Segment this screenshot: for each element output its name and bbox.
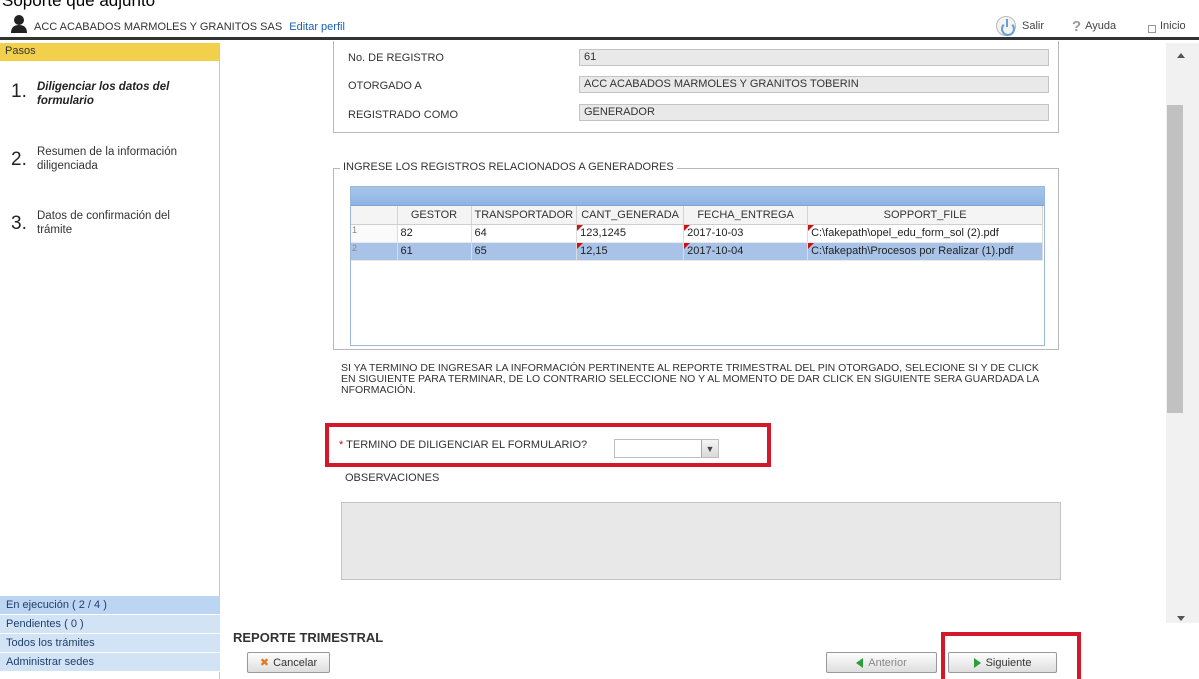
cell-transportador[interactable]: 65 xyxy=(471,242,578,261)
table-row[interactable]: 1 82 64 123,1245 2017-10-03 C:\fakepath\… xyxy=(351,224,1044,243)
step-number: 2. xyxy=(11,149,27,170)
scroll-thumb[interactable] xyxy=(1167,105,1183,413)
help-label: Ayuda xyxy=(1085,20,1117,32)
cell-cant-generada[interactable]: 123,1245 xyxy=(576,224,685,243)
row-number: 1 xyxy=(351,224,398,243)
bottom-nav: En ejecución ( 2 / 4 ) Pendientes ( 0 ) … xyxy=(0,596,220,672)
question-label: TERMINO DE DILIGENCIAR EL FORMULARIO? xyxy=(346,439,588,451)
section-title: REPORTE TRIMESTRAL xyxy=(233,630,384,645)
step-label: Resumen de la información diligenciada xyxy=(37,146,177,172)
col-cant-generada[interactable]: CANT_GENERADA xyxy=(576,206,685,225)
grid-toolbar xyxy=(351,187,1044,206)
registrado-field: GENERADOR xyxy=(579,104,1049,121)
required-marker: * xyxy=(339,439,344,451)
form-panel: No. DE REGISTRO 61 OTORGADO A ACC ACABAD… xyxy=(221,41,1166,623)
col-transportador[interactable]: TRANSPORTADOR xyxy=(471,206,578,225)
help-icon: ? xyxy=(1072,17,1082,35)
power-icon xyxy=(996,16,1016,36)
cell-gestor[interactable]: 61 xyxy=(397,242,472,261)
step-2[interactable]: 2. Resumen de la información diligenciad… xyxy=(0,143,220,198)
step-label: Diligenciar los datos del formulario xyxy=(37,81,170,107)
cancel-label: Cancelar xyxy=(273,656,318,669)
steps-header: Pasos xyxy=(0,43,219,61)
table-row[interactable]: 2 61 65 12,15 2017-10-04 C:\fakepath\Pro… xyxy=(351,242,1044,261)
home-icon xyxy=(1148,25,1156,33)
nav-manage-offices[interactable]: Administrar sedes xyxy=(0,653,220,672)
cancel-button[interactable]: ✖ Cancelar xyxy=(247,652,330,673)
edit-profile-link[interactable]: Editar perfil xyxy=(289,21,345,33)
logout-button[interactable]: Salir xyxy=(996,16,1044,36)
otorgado-label: OTORGADO A xyxy=(348,80,422,92)
registro-label: No. DE REGISTRO xyxy=(348,52,444,64)
row-number: 2 xyxy=(351,242,398,261)
home-button[interactable]: Inicio xyxy=(1148,16,1186,36)
previous-button[interactable]: Anterior xyxy=(826,652,937,673)
completion-notice: SI YA TERMINO DE INGRESAR LA INFORMACIÓN… xyxy=(341,362,1039,396)
home-label: Inicio xyxy=(1160,20,1186,32)
sidebar: Pasos 1. Diligenciar los datos del formu… xyxy=(0,43,220,679)
step-label: Datos de confirmación del trámite xyxy=(37,210,170,236)
chevron-down-icon[interactable]: ▼ xyxy=(701,440,718,457)
col-support-file[interactable]: SOPPORT_FILE xyxy=(807,206,1044,225)
step-number: 3. xyxy=(11,213,27,234)
cell-support-file[interactable]: C:\fakepath\opel_edu_form_sol (2).pdf xyxy=(807,224,1044,243)
highlight-box-next xyxy=(941,632,1081,679)
observaciones-label: OBSERVACIONES xyxy=(345,472,440,484)
row-number-header xyxy=(351,206,398,225)
help-button[interactable]: ? Ayuda xyxy=(1072,16,1116,36)
otorgado-field: ACC ACABADOS MARMOLES Y GRANITOS TOBERIN xyxy=(579,76,1049,93)
col-fecha-entrega[interactable]: FECHA_ENTREGA xyxy=(683,206,809,225)
cell-transportador[interactable]: 64 xyxy=(471,224,578,243)
grid-table: GESTOR TRANSPORTADOR CANT_GENERADA FECHA… xyxy=(351,206,1044,261)
cell-fecha-entrega[interactable]: 2017-10-04 xyxy=(683,242,809,261)
cell-gestor[interactable]: 82 xyxy=(397,224,472,243)
nav-all-procedures[interactable]: Todos los trámites xyxy=(0,634,220,653)
cell-cant-generada[interactable]: 12,15 xyxy=(576,242,685,261)
app-header: ACC ACABADOS MARMOLES Y GRANITOS SAS Edi… xyxy=(0,10,1199,40)
generators-fieldset: INGRESE LOS REGISTROS RELACIONADOS A GEN… xyxy=(333,161,1059,350)
completion-question: * TERMINO DE DILIGENCIAR EL FORMULARIO? xyxy=(339,439,587,451)
grid-legend: INGRESE LOS REGISTROS RELACIONADOS A GEN… xyxy=(340,161,677,173)
generators-grid[interactable]: GESTOR TRANSPORTADOR CANT_GENERADA FECHA… xyxy=(350,186,1045,346)
org-name-text: ACC ACABADOS MARMOLES Y GRANITOS SAS xyxy=(34,21,283,33)
vertical-scrollbar[interactable] xyxy=(1166,43,1199,623)
logout-label: Salir xyxy=(1022,20,1045,32)
user-icon xyxy=(11,15,27,33)
grid-header-row: GESTOR TRANSPORTADOR CANT_GENERADA FECHA… xyxy=(351,206,1044,225)
arrow-left-icon xyxy=(856,657,864,668)
registrado-label: REGISTRADO COMO xyxy=(348,109,459,121)
scroll-down-icon[interactable] xyxy=(1177,616,1185,621)
scroll-up-icon[interactable] xyxy=(1177,53,1185,58)
nav-pending[interactable]: Pendientes ( 0 ) xyxy=(0,615,220,634)
step-3[interactable]: 3. Datos de confirmación del trámite xyxy=(0,207,220,262)
close-icon: ✖ xyxy=(259,657,270,669)
step-1[interactable]: 1. Diligenciar los datos del formulario xyxy=(0,75,220,130)
col-gestor[interactable]: GESTOR xyxy=(397,206,472,225)
step-number: 1. xyxy=(11,81,27,102)
org-name: ACC ACABADOS MARMOLES Y GRANITOS SAS Edi… xyxy=(34,21,345,33)
observaciones-textarea[interactable] xyxy=(341,502,1061,580)
previous-label: Anterior xyxy=(868,656,907,669)
cell-support-file[interactable]: C:\fakepath\Procesos por Realizar (1).pd… xyxy=(807,242,1044,261)
cell-fecha-entrega[interactable]: 2017-10-03 xyxy=(683,224,809,243)
registro-field: 61 xyxy=(579,49,1049,66)
nav-in-progress[interactable]: En ejecución ( 2 / 4 ) xyxy=(0,596,220,615)
completion-select[interactable]: ▼ xyxy=(614,439,719,458)
